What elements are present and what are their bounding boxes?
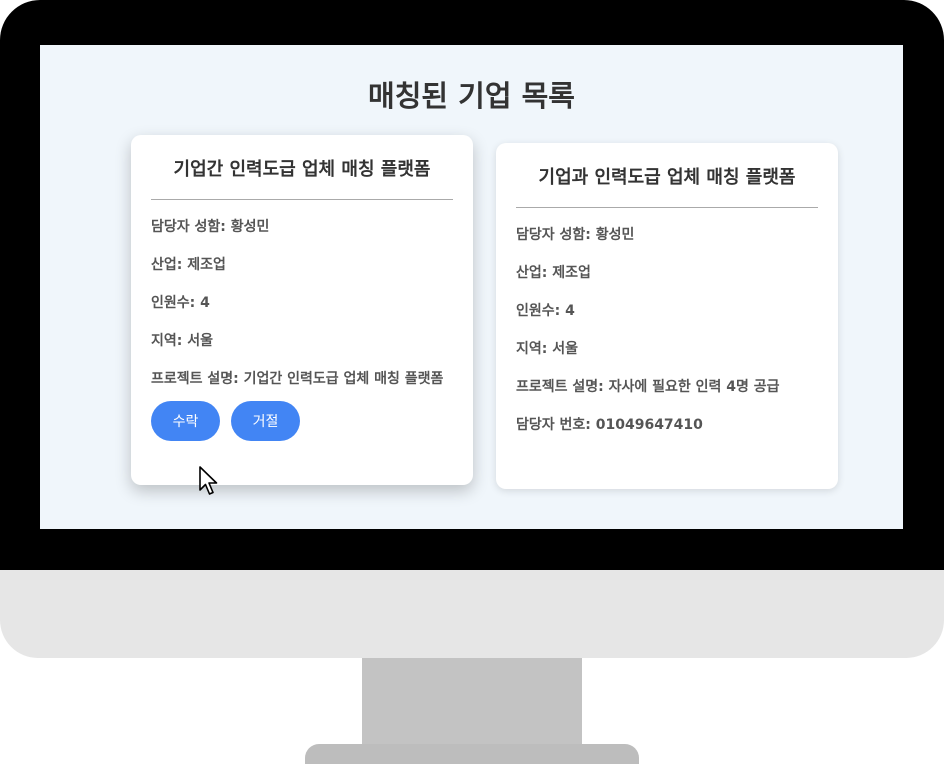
industry: 산업: 제조업: [151, 257, 226, 273]
headcount: 인원수: 4: [151, 295, 210, 311]
monitor-stand: [362, 658, 582, 750]
monitor-chin: [0, 570, 944, 658]
industry: 산업: 제조업: [516, 265, 591, 281]
card-title: 기업과 인력도급 업체 매칭 플랫폼: [516, 143, 818, 208]
page-title: 매칭된 기업 목록: [368, 79, 575, 113]
manager-phone: 담당자 번호: 01049647410: [516, 417, 703, 433]
company-card: 기업간 인력도급 업체 매칭 플랫폼 담당자 성함: 황성민 산업: 제조업 인…: [131, 135, 473, 485]
monitor-foot: [305, 744, 639, 764]
action-buttons: 수락 거절: [151, 401, 453, 441]
manager-name: 담당자 성함: 황성민: [516, 227, 635, 243]
project-description: 프로젝트 설명: 자사에 필요한 인력 4명 공급: [516, 379, 780, 395]
card-title: 기업간 인력도급 업체 매칭 플랫폼: [151, 135, 453, 200]
headcount: 인원수: 4: [516, 303, 575, 319]
mouse-pointer-icon: [199, 466, 218, 495]
screen: 매칭된 기업 목록 기업간 인력도급 업체 매칭 플랫폼 담당자 성함: 황성민…: [40, 45, 903, 529]
reject-button[interactable]: 거절: [231, 401, 300, 441]
region: 지역: 서울: [151, 333, 213, 349]
project-description: 프로젝트 설명: 기업간 인력도급 업체 매칭 플랫폼: [151, 371, 444, 387]
manager-name: 담당자 성함: 황성민: [151, 219, 270, 235]
region: 지역: 서울: [516, 341, 578, 357]
company-card: 기업과 인력도급 업체 매칭 플랫폼 담당자 성함: 황성민 산업: 제조업 인…: [496, 143, 838, 489]
accept-button[interactable]: 수락: [151, 401, 220, 441]
